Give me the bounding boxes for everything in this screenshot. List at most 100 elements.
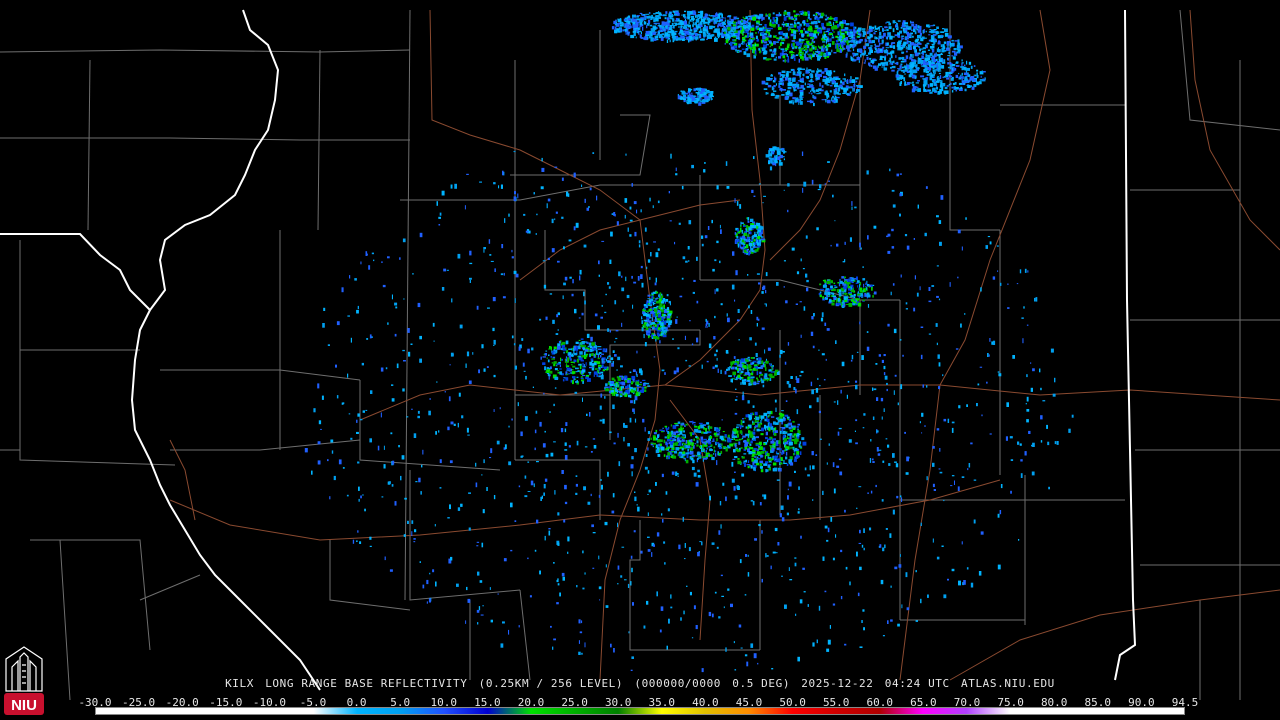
echo-pixel	[561, 177, 564, 181]
echo-pixel	[731, 47, 735, 50]
echo-pixel	[874, 59, 876, 62]
echo-pixel	[833, 285, 837, 286]
echo-pixel	[750, 248, 754, 251]
echo-pixel	[753, 653, 757, 659]
echo-pixel	[782, 351, 785, 353]
echo-pixel	[762, 40, 764, 43]
echo-pixel	[833, 21, 835, 26]
echo-pixel	[601, 304, 603, 307]
echo-pixel	[575, 341, 579, 344]
echo-pixel	[802, 187, 804, 193]
echo-pixel	[753, 156, 755, 159]
echo-pixel	[751, 189, 754, 193]
echo-pixel	[835, 39, 839, 43]
echo-pixel	[760, 14, 764, 17]
echo-pixel	[763, 463, 768, 466]
echo-pixel	[849, 581, 851, 586]
echo-pixel	[357, 461, 360, 464]
echo-pixel	[711, 456, 715, 461]
echo-pixel	[554, 218, 556, 221]
echo-pixel	[713, 453, 715, 455]
echo-pixel	[356, 540, 358, 542]
echo-pixel	[779, 430, 782, 434]
echo-pixel	[776, 447, 780, 451]
echo-pixel	[391, 398, 395, 402]
echo-pixel	[568, 348, 572, 350]
echo-pixel	[881, 499, 884, 502]
echo-pixel	[772, 12, 775, 15]
echo-pixel	[663, 439, 666, 444]
echo-pixel	[670, 449, 673, 451]
echo-pixel	[680, 423, 685, 426]
echo-pixel	[796, 378, 800, 383]
echo-pixel	[657, 454, 661, 457]
echo-pixel	[752, 501, 755, 506]
echo-pixel	[591, 342, 596, 346]
echo-pixel	[547, 359, 550, 363]
echo-pixel	[862, 299, 865, 302]
echo-pixel	[713, 432, 717, 436]
echo-pixel	[684, 558, 686, 560]
echo-pixel	[742, 248, 745, 250]
echo-pixel	[800, 535, 802, 539]
echo-pixel	[548, 530, 551, 536]
echo-pixel	[707, 425, 709, 429]
echo-pixel	[660, 322, 664, 327]
echo-pixel	[720, 450, 723, 454]
echo-pixel	[765, 461, 769, 464]
echo-pixel	[826, 328, 830, 331]
echo-pixel	[422, 449, 424, 455]
echo-pixel	[743, 250, 747, 253]
echo-pixel	[752, 405, 755, 408]
echo-pixel	[742, 33, 744, 36]
echo-pixel	[821, 22, 824, 27]
echo-pixel	[720, 524, 722, 529]
echo-pixel	[699, 541, 702, 543]
echo-pixel	[695, 625, 698, 630]
echo-pixel	[1042, 400, 1046, 402]
echo-pixel	[747, 221, 750, 223]
echo-pixel	[942, 28, 945, 30]
echo-pixel	[692, 22, 694, 24]
echo-pixel	[793, 10, 796, 13]
echo-pixel	[919, 421, 921, 424]
echo-pixel	[602, 348, 606, 353]
echo-pixel	[904, 234, 908, 237]
echo-pixel	[557, 346, 561, 350]
echo-pixel	[752, 360, 757, 363]
echo-pixel	[477, 571, 480, 576]
echo-pixel	[578, 357, 583, 361]
echo-pixel	[647, 332, 651, 335]
echo-pixel	[653, 38, 657, 41]
echo-pixel	[1020, 473, 1023, 478]
echo-pixel	[846, 394, 848, 399]
echo-pixel	[477, 622, 479, 625]
echo-pixel	[876, 447, 879, 452]
echo-pixel	[564, 455, 568, 460]
echo-pixel	[783, 438, 787, 442]
echo-pixel	[1039, 368, 1041, 373]
echo-pixel	[651, 332, 654, 335]
echo-pixel	[637, 506, 640, 512]
echo-pixel	[582, 379, 585, 381]
echo-pixel	[699, 34, 702, 39]
echo-pixel	[757, 380, 760, 383]
echo-pixel	[795, 613, 797, 616]
echo-pixel	[722, 21, 726, 24]
echo-pixel	[805, 235, 808, 239]
echo-pixel	[765, 272, 768, 277]
echo-pixel	[866, 297, 869, 299]
echo-pixel	[730, 603, 733, 608]
echo-pixel	[737, 309, 740, 313]
echo-pixel	[678, 442, 682, 446]
echo-pixel	[954, 480, 955, 485]
echo-pixel	[609, 259, 612, 264]
echo-pixel	[787, 495, 789, 500]
echo-pixel	[829, 38, 832, 42]
echo-pixel	[742, 39, 747, 42]
echo-pixel	[764, 349, 766, 354]
echo-pixel	[596, 195, 598, 201]
echo-pixel	[605, 348, 608, 353]
echo-pixel	[738, 441, 741, 445]
echo-pixel	[549, 370, 553, 374]
